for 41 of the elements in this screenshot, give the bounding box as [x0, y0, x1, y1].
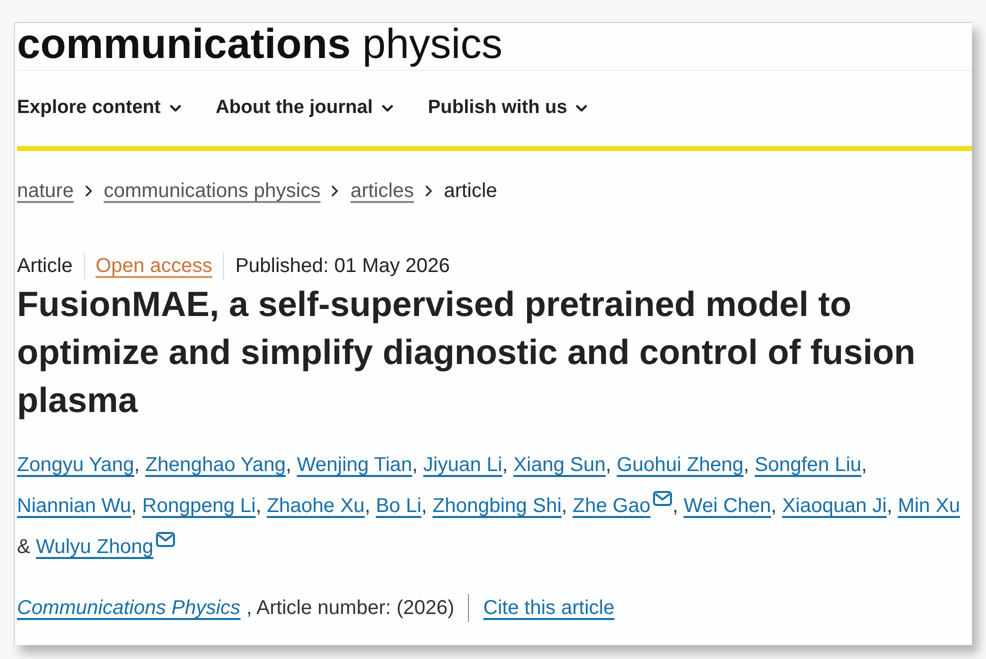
author-link[interactable]: Wulyu Zhong	[36, 536, 154, 558]
author-link[interactable]: Zhe Gao	[572, 495, 650, 517]
cite-link[interactable]: Cite this article	[483, 596, 614, 620]
breadcrumb-link[interactable]: nature	[17, 179, 74, 203]
mail-icon[interactable]	[653, 491, 672, 506]
nav-menu-button[interactable]: About the journal	[216, 94, 393, 123]
open-access-link[interactable]: Open access	[96, 254, 212, 278]
chevron-down-icon	[170, 105, 181, 112]
author-link[interactable]: Zhongbing Shi	[432, 495, 562, 517]
author-link[interactable]: Xiang Sun	[513, 454, 606, 476]
author-list: Zongyu Yang, Zhenghao Yang, Wenjing Tian, Jiyuan Li, Xiang Sun, Guohui Zheng, Songfen Liu, Niannian Wu, Rongpeng Li, Zhaohe Xu, Bo Li, Zhongbing Shi, Zhe Gao , Wei Chen, Xiaoquan Ji, Min Xu & Wulyu Zhong	[17, 445, 972, 568]
breadcrumb-current: article	[444, 179, 498, 203]
author-link[interactable]: Zhenghao Yang	[145, 454, 286, 476]
chevron-down-icon	[382, 105, 393, 112]
nav-menu-button[interactable]: Explore content	[17, 94, 181, 123]
author-link[interactable]: Guohui Zheng	[616, 454, 744, 476]
author-link[interactable]: Bo Li	[376, 495, 422, 517]
mail-icon[interactable]	[156, 532, 176, 547]
chevron-down-icon	[576, 105, 588, 112]
journal-logo[interactable]: communications physics	[17, 23, 502, 65]
published-date: Published: 01 May 2026	[235, 254, 450, 278]
author-link[interactable]: Zhaohe Xu	[266, 495, 365, 517]
chevron-right-icon	[331, 185, 340, 197]
author-link[interactable]: Jiyuan Li	[423, 454, 502, 476]
author-link[interactable]: Rongpeng Li	[142, 495, 256, 517]
article-type: Article	[17, 254, 73, 278]
breadcrumb-link[interactable]: communications physics	[104, 179, 320, 203]
journal-link[interactable]: Communications Physics	[17, 596, 240, 620]
breadcrumb-link[interactable]: articles	[350, 179, 414, 203]
author-link[interactable]: Wenjing Tian	[296, 454, 412, 476]
article-title: FusionMAE, a self-supervised pretrained model to optimize and simplify diagnostic and control of fusion plasma	[17, 284, 916, 422]
author-link[interactable]: Xiaoquan Ji	[782, 495, 887, 517]
author-link[interactable]: Zongyu Yang	[17, 454, 134, 476]
nav-menu-button[interactable]: Publish with us	[428, 94, 588, 123]
article-number: , Article number: (2026)	[246, 596, 454, 620]
chevron-right-icon	[424, 185, 433, 197]
author-link[interactable]: Wei Chen	[684, 495, 772, 517]
author-link[interactable]: Niannian Wu	[17, 495, 132, 517]
author-link[interactable]: Min Xu	[898, 495, 960, 517]
chevron-right-icon	[84, 185, 93, 197]
author-link[interactable]: Songfen Liu	[754, 454, 862, 476]
